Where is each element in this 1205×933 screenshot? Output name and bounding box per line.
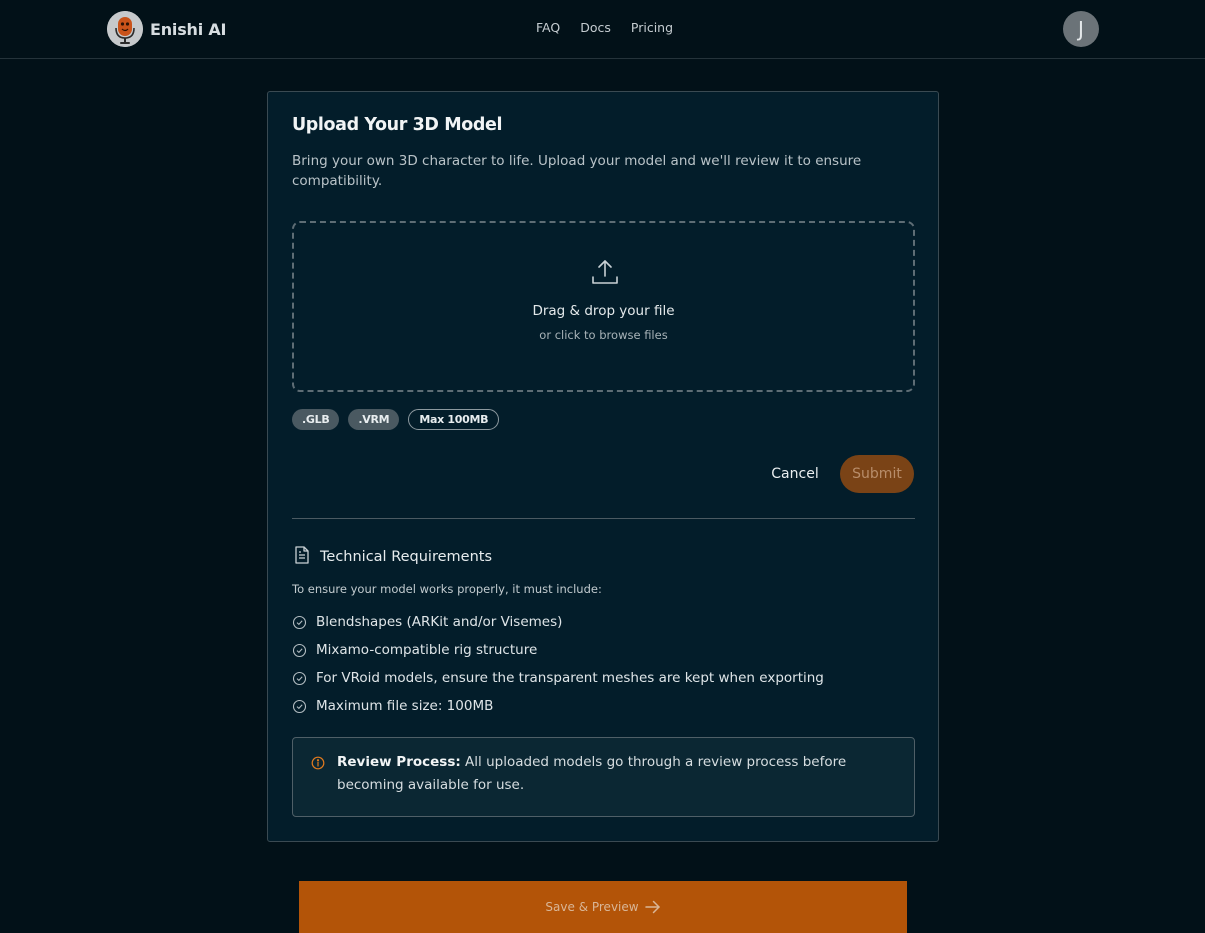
list-item: Mixamo-compatible rig structure [292, 636, 824, 664]
upload-card: Upload Your 3D Model Bring your own 3D c… [267, 91, 939, 842]
check-circle-icon [292, 615, 307, 630]
requirement-text: Mixamo-compatible rig structure [316, 642, 538, 658]
dropzone-subtitle: or click to browse files [539, 328, 668, 342]
submit-button[interactable]: Submit [840, 455, 914, 493]
nav-link-pricing[interactable]: Pricing [631, 20, 673, 35]
chip-vrm: .VRM [348, 409, 400, 430]
requirements-intro: To ensure your model works properly, it … [292, 582, 602, 596]
check-circle-icon [292, 643, 307, 658]
user-avatar[interactable]: J [1063, 11, 1099, 47]
list-item: Blendshapes (ARKit and/or Visemes) [292, 608, 824, 636]
review-notice: Review Process: All uploaded models go t… [292, 737, 915, 817]
format-chips: .GLB .VRM Max 100MB [292, 409, 500, 430]
dropzone-title: Drag & drop your file [532, 303, 675, 319]
main-nav: FAQ Docs Pricing [536, 20, 673, 35]
requirement-text: Maximum file size: 100MB [316, 698, 494, 714]
page-title: Upload Your 3D Model [292, 115, 503, 135]
nav-link-docs[interactable]: Docs [580, 20, 611, 35]
check-circle-icon [292, 671, 307, 686]
notice-text: Review Process: All uploaded models go t… [337, 751, 877, 797]
brand-name: Enishi AI [150, 19, 227, 39]
chip-glb: .GLB [292, 409, 340, 430]
chip-max-size: Max 100MB [408, 409, 500, 430]
requirements-list: Blendshapes (ARKit and/or Visemes) Mixam… [292, 608, 824, 720]
nav-link-faq[interactable]: FAQ [536, 20, 560, 35]
save-preview-button[interactable]: Save & Preview [299, 881, 907, 933]
document-icon [292, 545, 312, 569]
list-item: Maximum file size: 100MB [292, 692, 824, 720]
requirements-header: Technical Requirements [292, 545, 492, 569]
arrow-right-icon [644, 900, 661, 914]
microphone-mascot-icon [107, 11, 143, 47]
upload-description: Bring your own 3D character to life. Upl… [292, 153, 862, 189]
brand-link[interactable]: Enishi AI [107, 11, 227, 47]
cancel-button[interactable]: Cancel [756, 455, 834, 493]
notice-label: Review Process: [337, 754, 461, 770]
requirements-title: Technical Requirements [320, 549, 492, 565]
requirement-text: For VRoid models, ensure the transparent… [316, 670, 824, 686]
file-dropzone[interactable]: Drag & drop your file or click to browse… [292, 221, 915, 392]
top-header: Enishi AI FAQ Docs Pricing J [0, 0, 1205, 59]
check-circle-icon [292, 699, 307, 714]
info-circle-icon [311, 755, 325, 774]
upload-icon [591, 258, 619, 290]
requirement-text: Blendshapes (ARKit and/or Visemes) [316, 614, 563, 630]
divider [292, 518, 915, 519]
list-item: For VRoid models, ensure the transparent… [292, 664, 824, 692]
save-preview-label: Save & Preview [545, 900, 639, 914]
